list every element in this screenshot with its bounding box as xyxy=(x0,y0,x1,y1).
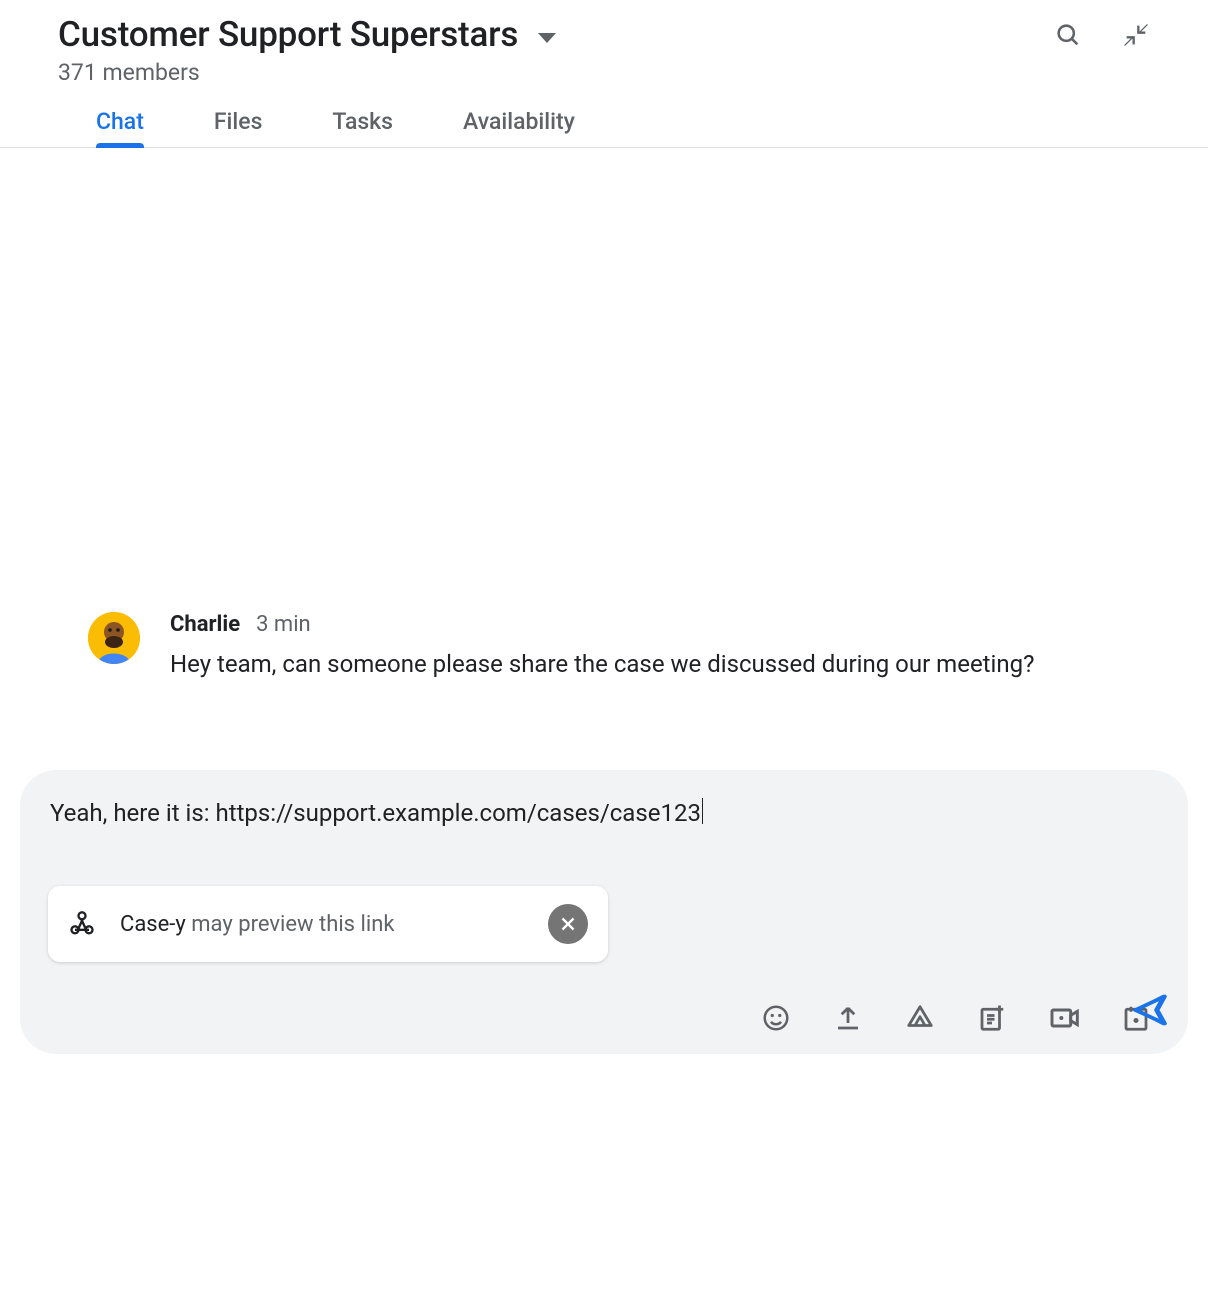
header-actions xyxy=(1054,21,1150,49)
preview-app-name: Case-y xyxy=(120,912,186,937)
chat-area: Charlie 3 min Hey team, can someone plea… xyxy=(0,148,1208,748)
message-row: Charlie 3 min Hey team, can someone plea… xyxy=(88,612,1150,682)
tab-availability[interactable]: Availability xyxy=(463,108,575,147)
header: Customer Support Superstars 371 members xyxy=(0,0,1208,147)
tab-tasks[interactable]: Tasks xyxy=(332,108,393,147)
text-caret xyxy=(702,798,704,824)
tabs: Chat Files Tasks Availability xyxy=(58,108,1150,147)
composer-toolbar xyxy=(48,1002,1160,1034)
compose-text: Yeah, here it is: https://support.exampl… xyxy=(50,799,701,827)
message-author: Charlie xyxy=(170,612,240,637)
room-title-group[interactable]: Customer Support Superstars xyxy=(58,14,556,55)
preview-text: Case-y may preview this link xyxy=(120,912,395,937)
composer-container: Yeah, here it is: https://support.exampl… xyxy=(20,770,1188,1054)
webhook-icon xyxy=(68,910,96,938)
close-icon[interactable] xyxy=(548,904,588,944)
collapse-icon[interactable] xyxy=(1122,21,1150,49)
video-icon[interactable] xyxy=(1048,1002,1080,1034)
message-timestamp: 3 min xyxy=(256,612,311,637)
members-count: 371 members xyxy=(58,59,1150,86)
search-icon[interactable] xyxy=(1054,21,1082,49)
compose-input[interactable]: Yeah, here it is: https://support.exampl… xyxy=(48,798,1160,830)
tab-chat[interactable]: Chat xyxy=(96,108,144,147)
link-preview-chip: Case-y may preview this link xyxy=(48,886,608,962)
preview-hint: may preview this link xyxy=(191,912,394,937)
upload-icon[interactable] xyxy=(832,1002,864,1034)
avatar[interactable] xyxy=(88,612,140,664)
drive-icon[interactable] xyxy=(904,1002,936,1034)
chevron-down-icon[interactable] xyxy=(538,33,556,43)
emoji-icon[interactable] xyxy=(760,1002,792,1034)
message-header: Charlie 3 min xyxy=(170,612,1150,637)
create-doc-icon[interactable] xyxy=(976,1002,1008,1034)
send-button[interactable] xyxy=(1132,992,1168,1032)
tab-files[interactable]: Files xyxy=(214,108,263,147)
room-title: Customer Support Superstars xyxy=(58,14,518,55)
message-body: Charlie 3 min Hey team, can someone plea… xyxy=(170,612,1150,682)
preview-left: Case-y may preview this link xyxy=(68,910,395,938)
composer[interactable]: Yeah, here it is: https://support.exampl… xyxy=(20,770,1188,1054)
message-text: Hey team, can someone please share the c… xyxy=(170,647,1150,682)
title-row: Customer Support Superstars xyxy=(58,14,1150,55)
